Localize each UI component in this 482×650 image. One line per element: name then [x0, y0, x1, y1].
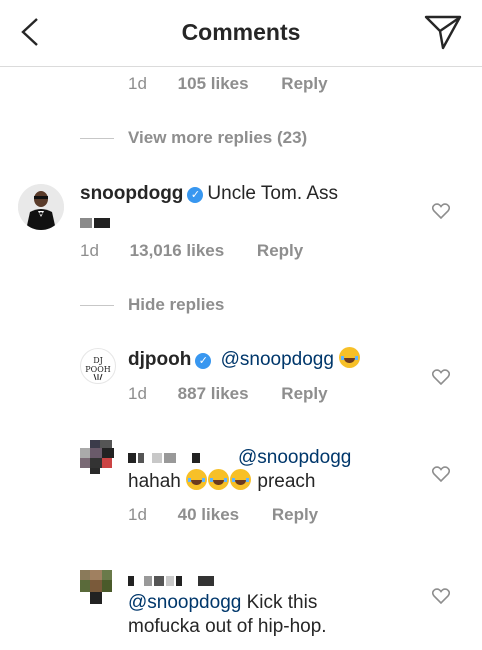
tears-of-joy-emoji-icon [186, 469, 208, 490]
comment-body: Uncle Tom. Ass [207, 183, 339, 204]
mention-link[interactable]: @snoopdogg [128, 592, 241, 613]
comment-meta: 1d 105 likes Reply [128, 74, 328, 94]
avatar[interactable] [80, 570, 114, 604]
avatar[interactable] [80, 440, 114, 474]
comment-time: 1d [128, 505, 147, 524]
comment-meta: 1d 887 likes Reply [128, 384, 328, 404]
comment-text: snoopdogg ✓ Uncle Tom. Ass [80, 182, 338, 206]
comment-text: hahah preach [128, 469, 316, 494]
avatar[interactable] [18, 184, 64, 230]
heart-icon[interactable] [432, 369, 450, 385]
svg-text:DJ: DJ [93, 356, 103, 365]
tears-of-joy-emoji-icon [339, 347, 361, 368]
snoopdogg-avatar-image [18, 184, 64, 230]
avatar[interactable]: DJ POOH [80, 348, 116, 384]
comments-header: Comments [0, 0, 482, 67]
likes-count[interactable]: 887 likes [178, 384, 249, 404]
reply-button[interactable]: Reply [272, 505, 318, 525]
comment-meta: 1d 40 likes Reply [128, 505, 318, 525]
page-title: Comments [181, 19, 301, 45]
hide-replies[interactable]: Hide replies [80, 295, 224, 315]
comment-username[interactable]: snoopdogg [80, 183, 183, 204]
heart-icon[interactable] [432, 466, 450, 482]
heart-icon[interactable] [432, 203, 450, 219]
comment-body: Kick this [241, 592, 318, 613]
comment-time: 1d [80, 241, 99, 260]
view-more-replies[interactable]: View more replies (23) [80, 128, 307, 148]
verified-badge-icon: ✓ [195, 353, 212, 369]
djpooh-logo-image: DJ POOH [85, 356, 111, 381]
comment-text: mofucka out of hip-hop. [128, 615, 327, 639]
comment-time: 1d [128, 384, 147, 403]
likes-count[interactable]: 13,016 likes [130, 241, 225, 261]
comment-time: 1d [128, 74, 147, 93]
redacted-text [80, 214, 112, 232]
verified-badge-icon: ✓ [187, 187, 204, 203]
heart-icon[interactable] [432, 588, 450, 604]
comment-text: @snoopdogg Kick this [128, 591, 317, 615]
mention-link[interactable]: @snoopdogg [238, 447, 351, 468]
redacted-avatar-image [80, 570, 112, 604]
mention-link[interactable]: @snoopdogg [221, 349, 334, 370]
comment-text: djpooh ✓ @snoopdogg [128, 347, 361, 372]
comment-body: hahah [128, 471, 181, 492]
comment-username[interactable]: djpooh [128, 349, 191, 370]
hide-replies-label: Hide replies [128, 295, 225, 314]
comment-meta: 1d 13,016 likes Reply [80, 241, 303, 261]
view-more-label: View more replies (23) [128, 128, 308, 147]
reply-button[interactable]: Reply [281, 384, 327, 404]
svg-text:POOH: POOH [85, 365, 111, 374]
divider-line [80, 138, 114, 140]
tears-of-joy-emoji-icon [230, 469, 252, 490]
redacted-username [128, 449, 202, 467]
divider-line [80, 305, 114, 307]
comment-body: mofucka out of hip-hop. [128, 616, 327, 637]
comment-body: preach [257, 471, 316, 492]
redacted-username [128, 572, 216, 590]
paper-plane-icon[interactable] [424, 14, 462, 50]
reply-button[interactable]: Reply [281, 74, 327, 94]
likes-count[interactable]: 40 likes [178, 505, 239, 525]
reply-button[interactable]: Reply [257, 241, 303, 261]
likes-count[interactable]: 105 likes [178, 74, 249, 94]
comment-text: @snoopdogg [238, 446, 351, 470]
redacted-avatar-image [80, 440, 114, 474]
tears-of-joy-emoji-icon [208, 469, 230, 490]
